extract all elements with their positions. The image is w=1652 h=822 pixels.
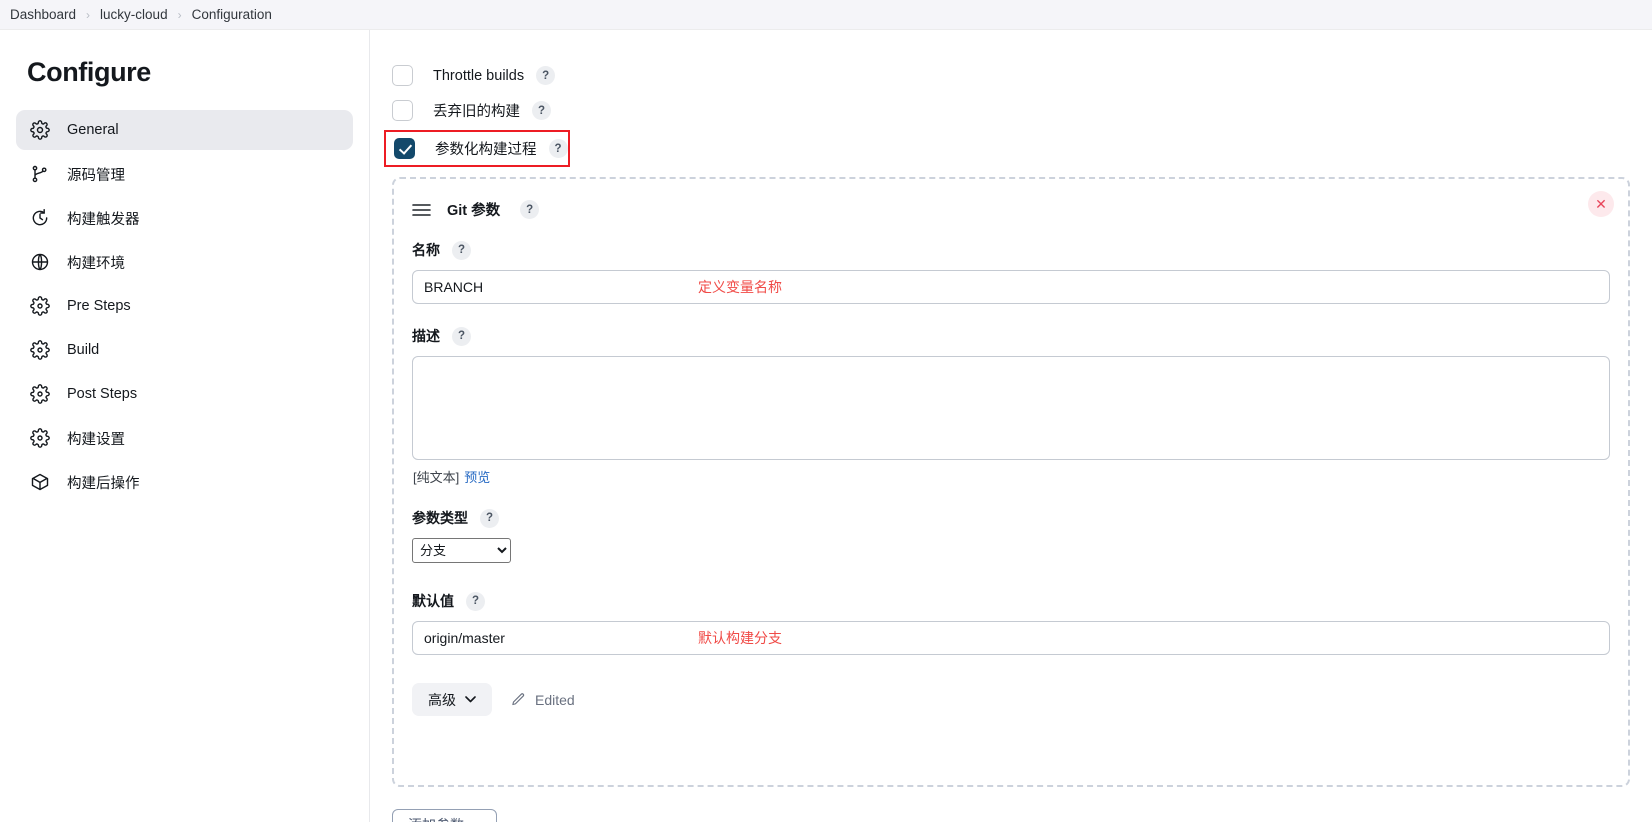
globe-icon (29, 252, 50, 273)
help-icon[interactable]: ? (548, 139, 568, 158)
checkbox-row-throttle-builds[interactable]: Throttle builds ? (392, 58, 1652, 93)
help-icon[interactable]: ? (532, 101, 551, 120)
sidebar-item-label: 构建设置 (67, 431, 125, 448)
sidebar-item-label: 构建后操作 (67, 475, 140, 492)
gear-icon (29, 120, 50, 141)
description-footer: [纯文本] 预览 (413, 467, 1610, 486)
name-input-wrap: 定义变量名称 (412, 270, 1610, 304)
sidebar-item-label: 构建环境 (67, 255, 125, 272)
add-parameter-button[interactable]: 添加参数 ▼ (392, 809, 497, 822)
parameter-type-select[interactable]: 分支 (412, 538, 511, 563)
main-layout: Configure General 源码管理 构建触发器 构建环境 Pre St… (0, 30, 1652, 822)
sidebar-item-pre-steps[interactable]: Pre Steps (16, 286, 353, 326)
git-parameter-card-header: Git 参数 ? (410, 199, 1612, 220)
build-options-checkbox-list: Throttle builds ? 丢弃旧的构建 ? 参数化构建过程 ? (370, 30, 1652, 167)
parameter-type-label: 参数类型 (412, 510, 468, 526)
help-icon[interactable]: ? (452, 240, 471, 260)
add-parameter-label: 添加参数 (408, 815, 464, 822)
help-icon[interactable]: ? (480, 508, 499, 528)
help-icon[interactable]: ? (466, 591, 485, 611)
git-parameter-card: ✕ Git 参数 ? 名称 ? 定义变量名称 (392, 177, 1630, 787)
pencil-icon (512, 693, 525, 706)
drag-handle-icon[interactable] (412, 203, 431, 217)
gear-icon (29, 428, 50, 449)
checkbox-label: Throttle builds (433, 67, 525, 84)
advanced-button[interactable]: 高级 (412, 683, 492, 716)
help-icon[interactable]: ? (520, 200, 540, 219)
default-value-field-group: 默认值 ? 默认构建分支 (410, 591, 1612, 655)
checkbox-label: 丢弃旧的构建 (433, 104, 520, 120)
clock-icon (29, 208, 50, 229)
gear-icon (29, 296, 50, 317)
parameter-type-label-row: 参数类型 ? (412, 508, 1610, 528)
description-field-group: 描述 ? [纯文本] 预览 (410, 326, 1612, 486)
sidebar-item-build-environment[interactable]: 构建环境 (16, 242, 353, 282)
sidebar-item-label: General (67, 122, 119, 138)
edited-status: Edited (511, 692, 575, 708)
default-value-input-wrap: 默认构建分支 (412, 621, 1610, 655)
git-parameter-card-footer: 高级 Edited (410, 683, 1612, 716)
description-field-label-row: 描述 ? (412, 326, 1610, 346)
breadcrumb-separator: › (86, 7, 91, 22)
description-format-label: [纯文本] (413, 470, 460, 485)
breadcrumb-item-project[interactable]: lucky-cloud (92, 7, 176, 22)
sidebar-item-general[interactable]: General (16, 110, 353, 150)
default-value-input[interactable] (412, 621, 1610, 655)
checkbox-label: 参数化构建过程 (435, 142, 537, 158)
gear-icon (29, 340, 50, 361)
description-textarea[interactable] (412, 356, 1610, 460)
sidebar-item-label: Pre Steps (67, 298, 131, 314)
breadcrumb-separator: › (177, 7, 182, 22)
edited-label: Edited (535, 691, 575, 708)
sidebar-item-scm[interactable]: 源码管理 (16, 154, 353, 194)
default-value-label-row: 默认值 ? (412, 591, 1610, 611)
configuration-content: Throttle builds ? 丢弃旧的构建 ? 参数化构建过程 ? ✕ G… (370, 30, 1652, 822)
sidebar-item-label: Build (67, 342, 100, 358)
configure-sidebar: Configure General 源码管理 构建触发器 构建环境 Pre St… (0, 30, 370, 822)
sidebar-item-build-settings[interactable]: 构建设置 (16, 418, 353, 458)
throttle-builds-checkbox[interactable] (392, 65, 413, 86)
name-field-label-row: 名称 ? (412, 240, 1610, 260)
parameterized-build-checkbox[interactable] (394, 138, 415, 159)
page-title: Configure (27, 57, 151, 87)
gear-icon (29, 384, 50, 405)
checkbox-row-discard-old-builds[interactable]: 丢弃旧的构建 ? (392, 93, 1652, 128)
box-icon (29, 472, 50, 493)
name-field-group: 名称 ? 定义变量名称 (410, 240, 1612, 304)
sidebar-item-build-triggers[interactable]: 构建触发器 (16, 198, 353, 238)
breadcrumb-bar: Dashboard › lucky-cloud › Configuration (0, 0, 1652, 30)
name-field-label: 名称 (412, 242, 440, 258)
parameter-type-field-group: 参数类型 ? 分支 (410, 508, 1612, 563)
branch-icon (29, 164, 50, 185)
sidebar-item-label: 源码管理 (67, 167, 125, 184)
sidebar-item-build[interactable]: Build (16, 330, 353, 370)
help-icon[interactable]: ? (452, 326, 471, 346)
description-field-label: 描述 (412, 328, 440, 344)
discard-old-builds-checkbox[interactable] (392, 100, 413, 121)
close-icon[interactable]: ✕ (1588, 191, 1614, 217)
default-value-label: 默认值 (412, 593, 454, 609)
chevron-down-icon (465, 696, 476, 703)
sidebar-item-label: 构建触发器 (67, 211, 140, 228)
sidebar-item-post-steps[interactable]: Post Steps (16, 374, 353, 414)
breadcrumb-item-dashboard[interactable]: Dashboard (6, 7, 84, 22)
checkbox-row-parameterized-build[interactable]: 参数化构建过程 ? (384, 130, 570, 167)
sidebar-item-post-build-actions[interactable]: 构建后操作 (16, 462, 353, 502)
help-icon[interactable]: ? (536, 66, 556, 85)
name-input[interactable] (412, 270, 1610, 304)
advanced-button-label: 高级 (428, 691, 456, 708)
preview-link[interactable]: 预览 (464, 470, 490, 485)
breadcrumb-item-configuration[interactable]: Configuration (184, 7, 280, 22)
sidebar-item-label: Post Steps (67, 386, 138, 402)
git-parameter-title: Git 参数 (447, 203, 501, 219)
